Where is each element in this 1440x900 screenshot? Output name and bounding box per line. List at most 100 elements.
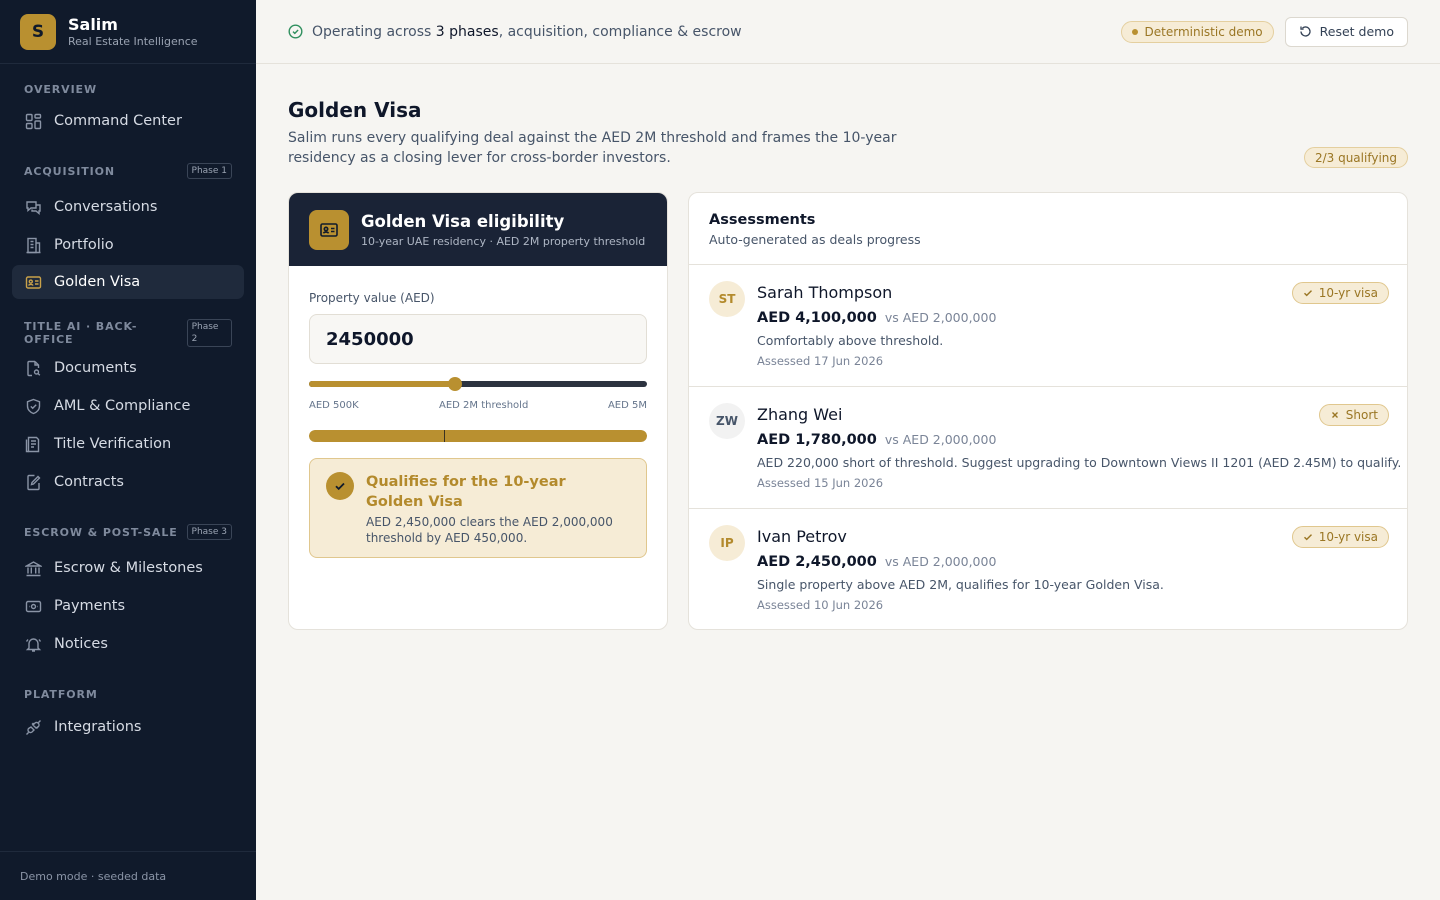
assessed-date: Assessed 10 Jun 2026 [757, 598, 884, 612]
status-label: Short [1345, 408, 1378, 422]
sidebar-item-label: Golden Visa [54, 274, 141, 290]
assessments-title: Assessments [709, 212, 816, 228]
building-icon [24, 236, 42, 254]
status-suffix: , acquisition, compliance & escrow [498, 23, 742, 40]
sidebar-item-label: AML & Compliance [54, 398, 191, 414]
person-name: Ivan Petrov [757, 527, 847, 546]
threshold-compare: vs AED 2,000,000 [884, 554, 997, 569]
nav-group-title-ai: TITLE AI · BACK-OFFICE Phase 2 [0, 319, 256, 347]
payment-icon [24, 597, 42, 615]
threshold-progress-bar [309, 430, 647, 442]
eligibility-card: Golden Visa eligibility 10-year UAE resi… [288, 192, 668, 630]
qualifying-badge: 2/3 qualifying [1303, 147, 1408, 168]
group-label: PLATFORM [24, 687, 98, 701]
group-label: OVERVIEW [24, 82, 98, 96]
status-badge: 10-yr visa [1291, 526, 1389, 548]
check-icon [1303, 534, 1312, 541]
nav-group-acquisition: ACQUISITION Phase 1 [0, 162, 256, 180]
demo-badge: Deterministic demo [1120, 20, 1274, 43]
status-prefix: Operating across [312, 23, 436, 40]
assessment-row[interactable]: IP Ivan Petrov AED 2,450,000 vs AED 2,00… [689, 509, 1407, 629]
threshold-compare: vs AED 2,000,000 [884, 432, 997, 447]
property-amount: AED 2,450,000 [757, 554, 877, 570]
grid-icon [24, 112, 42, 130]
sidebar-footer: Demo mode · seeded data [0, 851, 256, 900]
refresh-icon [1300, 26, 1311, 37]
sidebar-item-integrations[interactable]: Integrations [12, 710, 244, 744]
eligibility-subtitle: 10-year UAE residency · AED 2M property … [361, 234, 646, 248]
check-icon [326, 472, 354, 500]
status-line: Operating across 3 phases, acquisition, … [288, 24, 742, 40]
person-name: Sarah Thompson [757, 283, 893, 302]
bank-icon [24, 559, 42, 577]
sidebar-item-title-verification[interactable]: Title Verification [12, 427, 244, 461]
sidebar-item-label: Portfolio [54, 237, 114, 253]
brand-subtitle: Real Estate Intelligence [68, 34, 198, 48]
assessed-date: Assessed 17 Jun 2026 [757, 354, 884, 368]
property-value-slider[interactable] [309, 377, 647, 391]
id-card-icon [309, 209, 349, 250]
assessment-row[interactable]: ST Sarah Thompson AED 4,100,000 vs AED 2… [689, 265, 1407, 387]
phase-badge: Phase 3 [186, 524, 232, 540]
id-card-icon [24, 273, 42, 291]
assessments-header: Assessments Auto-generated as deals prog… [689, 193, 1407, 265]
reset-demo-label: Reset demo [1319, 24, 1394, 39]
slider-fill [309, 381, 456, 387]
page-title: Golden Visa [288, 98, 422, 122]
nav-group-platform: PLATFORM [0, 685, 256, 703]
document-scan-icon [24, 359, 42, 377]
avatar: IP [709, 525, 745, 561]
demo-badge-label: Deterministic demo [1144, 24, 1263, 39]
sidebar-item-aml-compliance[interactable]: AML & Compliance [12, 389, 244, 423]
sidebar-item-escrow-milestones[interactable]: Escrow & Milestones [12, 551, 244, 585]
assessments-subtitle: Auto-generated as deals progress [709, 232, 921, 247]
property-amount: AED 1,780,000 [757, 432, 877, 448]
sidebar: S Salim Real Estate Intelligence OVERVIE… [0, 0, 256, 900]
bell-icon [24, 635, 42, 653]
sidebar-item-label: Contracts [54, 474, 124, 490]
title-icon [24, 435, 42, 453]
sidebar-item-notices[interactable]: Notices [12, 627, 244, 661]
property-value-input[interactable] [309, 314, 647, 364]
sidebar-item-label: Notices [54, 636, 108, 652]
assessment-note: AED 220,000 short of threshold. Suggest … [757, 455, 1402, 470]
sidebar-item-portfolio[interactable]: Portfolio [12, 228, 244, 262]
result-text: AED 2,450,000 clears the AED 2,000,000 t… [366, 515, 613, 545]
status-label: 10-yr visa [1318, 530, 1378, 544]
brand-logo: S [20, 13, 56, 50]
nav-group-escrow: ESCROW & POST-SALE Phase 3 [0, 523, 256, 541]
group-label: ESCROW & POST-SALE [24, 525, 178, 539]
group-label: TITLE AI · BACK-OFFICE [24, 320, 138, 346]
nav-group-overview: OVERVIEW [0, 80, 256, 98]
sidebar-item-documents[interactable]: Documents [12, 351, 244, 385]
status-label: 10-yr visa [1318, 286, 1378, 300]
avatar: ST [709, 281, 745, 317]
slider-thumb[interactable] [448, 377, 463, 391]
slider-labels: AED 500K AED 2M threshold AED 5M [309, 400, 647, 414]
brand-name: Salim [68, 14, 118, 34]
status-badge: 10-yr visa [1291, 282, 1389, 304]
sidebar-item-label: Payments [54, 598, 126, 614]
sidebar-item-conversations[interactable]: Conversations [12, 190, 244, 224]
assessed-date: Assessed 15 Jun 2026 [757, 476, 884, 490]
assessments-card: Assessments Auto-generated as deals prog… [688, 192, 1408, 630]
sidebar-item-label: Command Center [54, 113, 182, 129]
reset-demo-button[interactable]: Reset demo [1284, 16, 1408, 47]
sidebar-item-payments[interactable]: Payments [12, 589, 244, 623]
brand: S Salim Real Estate Intelligence [0, 0, 256, 64]
sidebar-item-label: Escrow & Milestones [54, 560, 203, 576]
sidebar-item-command-center[interactable]: Command Center [12, 104, 244, 138]
sidebar-item-label: Integrations [54, 719, 142, 735]
sidebar-item-contracts[interactable]: Contracts [12, 465, 244, 499]
assessment-row[interactable]: ZW Zhang Wei AED 1,780,000 vs AED 2,000,… [689, 387, 1407, 509]
status-check-icon [288, 24, 303, 39]
slider-max-label: AED 5M [607, 400, 647, 411]
status-highlight: 3 phases [435, 23, 499, 40]
check-icon [1303, 290, 1312, 297]
shield-check-icon [24, 397, 42, 415]
phase-badge: Phase 1 [186, 163, 232, 179]
sidebar-item-golden-visa[interactable]: Golden Visa [12, 265, 244, 299]
phase-badge: Phase 2 [186, 319, 232, 347]
property-value-label: Property value (AED) [309, 291, 435, 305]
assessment-note: Comfortably above threshold. [757, 333, 944, 348]
